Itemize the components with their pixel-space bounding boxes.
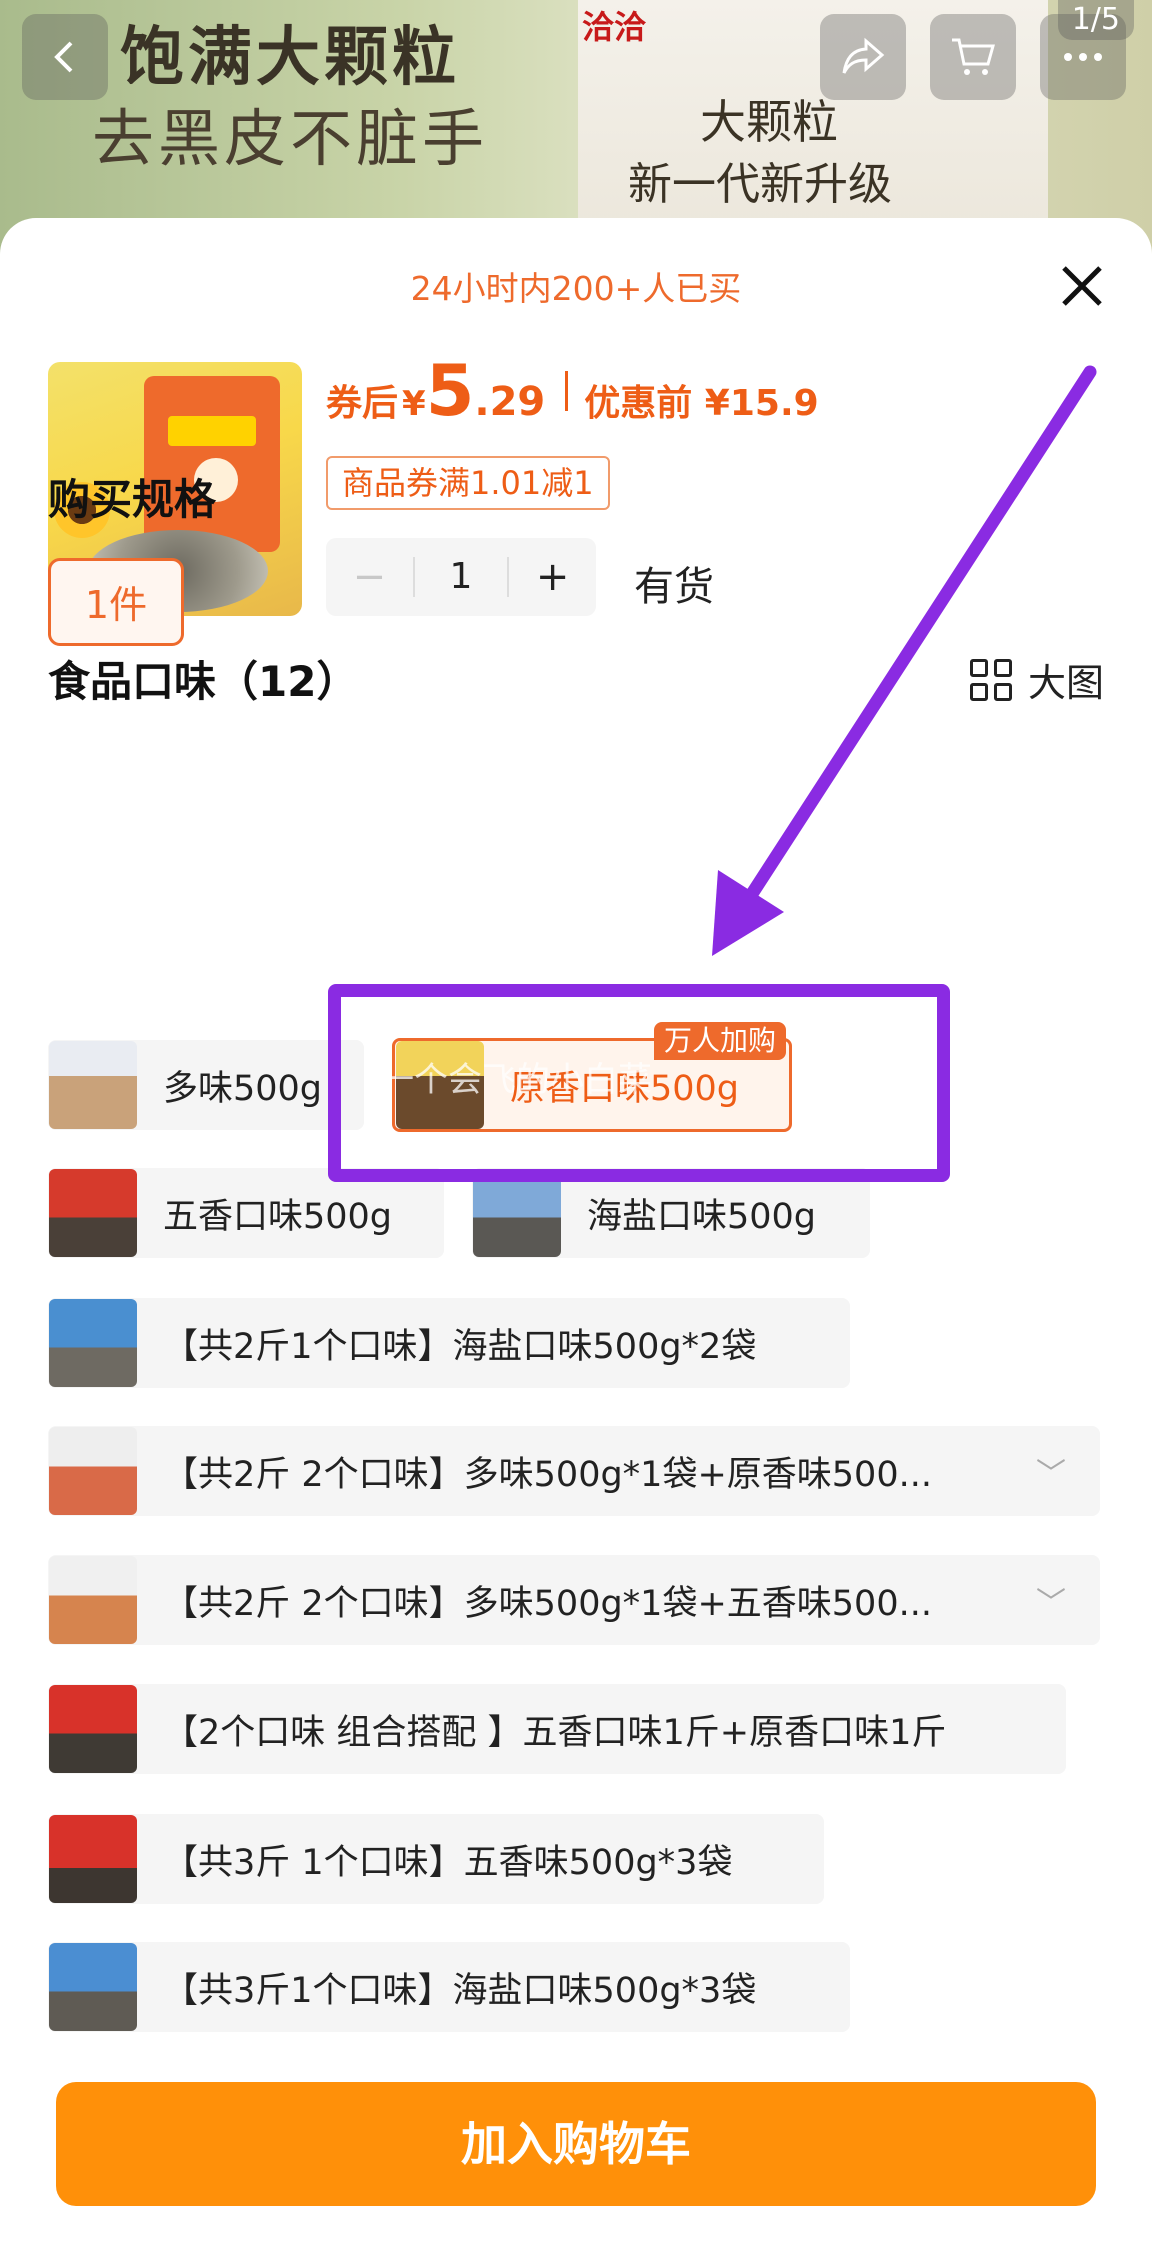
share-icon bbox=[842, 37, 885, 74]
flavor-option[interactable]: 【共2斤 2个口味】多味500g*1袋+五香味500... ﹀ bbox=[48, 1555, 1100, 1645]
after-coupon-label: 券后 bbox=[326, 383, 399, 424]
chevron-down-icon[interactable]: ﹀ bbox=[1036, 1578, 1066, 1622]
spec-option-1[interactable]: 1件 bbox=[48, 558, 184, 646]
sku-selection-sheet: 24小时内200+人已买 券后 ¥ 5 .29 优惠前 ¥15.9 商品券满1.… bbox=[0, 218, 1152, 2250]
close-icon[interactable] bbox=[1052, 256, 1112, 316]
spec-section-title: 购买规格 bbox=[48, 475, 217, 524]
option-label: 海盐口味500g bbox=[587, 1196, 817, 1237]
flavor-section-title: 食品口味（12） bbox=[48, 657, 359, 706]
option-thumbnail bbox=[49, 1427, 137, 1515]
option-label: 【2个口味 组合搭配 】五香口味1斤+原香口味1斤 bbox=[163, 1712, 947, 1753]
add-to-cart-button[interactable]: 加入购物车 bbox=[56, 2082, 1096, 2206]
option-label: 多味500g bbox=[163, 1068, 323, 1109]
flavor-option[interactable]: 【共3斤 1个口味】五香味500g*3袋 bbox=[48, 1814, 824, 1904]
annotation-highlight-box bbox=[328, 984, 950, 1182]
original-price: 优惠前 ¥15.9 bbox=[584, 383, 819, 424]
flavor-option[interactable]: 【共2斤1个口味】海盐口味500g*2袋 bbox=[48, 1298, 850, 1388]
currency-symbol: ¥ bbox=[402, 384, 426, 424]
chevron-down-icon[interactable]: ﹀ bbox=[1036, 1449, 1066, 1493]
quantity-stepper: − 1 + bbox=[326, 538, 596, 616]
cart-button[interactable] bbox=[930, 14, 1016, 100]
grid-view-icon bbox=[970, 658, 1012, 701]
image-pager: 1/5 bbox=[1057, 0, 1134, 40]
cart-icon bbox=[952, 38, 995, 75]
price-row: 券后 ¥ 5 .29 优惠前 ¥15.9 bbox=[326, 356, 819, 426]
option-thumbnail bbox=[49, 1685, 137, 1773]
option-thumbnail bbox=[49, 1299, 137, 1387]
brand-logo: 洽洽 bbox=[582, 8, 647, 46]
option-label: 五香口味500g bbox=[163, 1196, 393, 1237]
flavor-option[interactable]: 多味500g bbox=[48, 1040, 364, 1130]
price-decimal: .29 bbox=[474, 379, 546, 425]
more-icon bbox=[1064, 53, 1102, 61]
flavor-option[interactable]: 【共3斤1个口味】海盐口味500g*3袋 bbox=[48, 1942, 850, 2032]
hero-headline: 饱满大颗粒 bbox=[120, 21, 460, 95]
decrease-button[interactable]: − bbox=[326, 538, 413, 616]
package-text-2: 新一代新升级 bbox=[628, 159, 892, 210]
option-thumbnail bbox=[473, 1169, 561, 1257]
option-thumbnail bbox=[49, 1041, 137, 1129]
increase-button[interactable]: + bbox=[509, 538, 596, 616]
package-text-1: 大颗粒 bbox=[700, 95, 838, 149]
share-button[interactable] bbox=[820, 14, 906, 100]
option-thumbnail bbox=[49, 1556, 137, 1644]
option-label: 【共2斤 2个口味】多味500g*1袋+原香味500... bbox=[163, 1454, 932, 1495]
option-thumbnail bbox=[49, 1169, 137, 1257]
option-thumbnail bbox=[49, 1943, 137, 2031]
big-view-toggle[interactable]: 大图 bbox=[970, 652, 1104, 707]
option-label: 【共2斤1个口味】海盐口味500g*2袋 bbox=[163, 1326, 757, 1367]
price-divider bbox=[565, 371, 569, 411]
option-label: 【共3斤 1个口味】五香味500g*3袋 bbox=[163, 1842, 733, 1883]
quantity-value[interactable]: 1 bbox=[412, 557, 510, 597]
option-label: 【共3斤1个口味】海盐口味500g*3袋 bbox=[163, 1970, 757, 2011]
flavor-option[interactable]: 【2个口味 组合搭配 】五香口味1斤+原香口味1斤 bbox=[48, 1684, 1066, 1774]
back-icon bbox=[54, 41, 73, 73]
option-thumbnail bbox=[49, 1815, 137, 1903]
back-button[interactable] bbox=[22, 14, 108, 100]
flavor-option[interactable]: 【共2斤 2个口味】多味500g*1袋+原香味500... ﹀ bbox=[48, 1426, 1100, 1516]
stock-status: 有货 bbox=[634, 564, 714, 610]
option-label: 【共2斤 2个口味】多味500g*1袋+五香味500... bbox=[163, 1583, 932, 1624]
big-view-label: 大图 bbox=[1028, 661, 1105, 705]
recent-buyers-text: 24小时内200+人已买 bbox=[410, 269, 742, 308]
price-integer: 5 bbox=[425, 350, 475, 432]
hero-subline: 去黑皮不脏手 bbox=[92, 102, 489, 175]
coupon-tag: 商品券满1.01减1 bbox=[326, 456, 610, 510]
